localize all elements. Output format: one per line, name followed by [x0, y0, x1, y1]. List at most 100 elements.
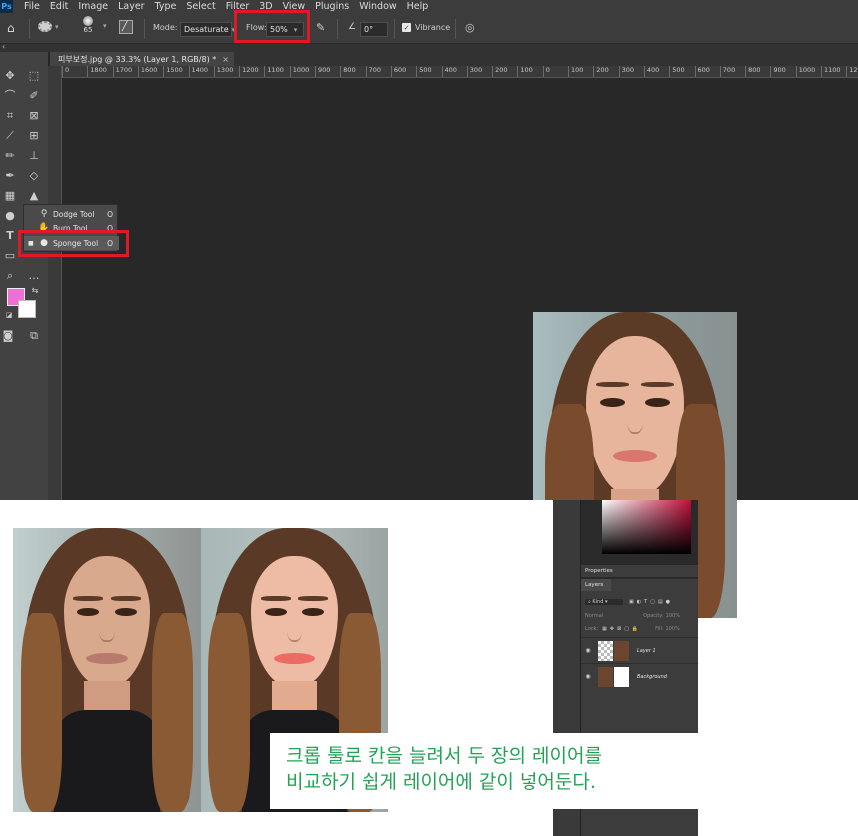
photoshop-logo: Ps: [0, 0, 13, 13]
menu-plugins[interactable]: Plugins: [315, 1, 349, 12]
ruler-tick-label: 0: [542, 66, 550, 77]
eye-icon[interactable]: ◉: [581, 673, 595, 680]
menu-image[interactable]: Image: [78, 1, 108, 12]
layer-thumbnail: [598, 666, 613, 687]
ruler-tick-label: 400: [441, 66, 457, 77]
ruler-tick-label: 900: [770, 66, 786, 77]
ruler-tick-label: 0: [62, 66, 69, 77]
layer-row-layer-1[interactable]: ◉ Layer 1: [581, 637, 698, 663]
blend-mode-dropdown[interactable]: Normal: [585, 613, 603, 619]
ruler-tick-label: 1000: [289, 66, 309, 77]
angle-input[interactable]: 0°: [360, 22, 388, 37]
eyedropper-tool-icon[interactable]: ⟋: [3, 128, 17, 142]
vibrance-label: Vibrance: [415, 23, 451, 32]
layer-name: Layer 1: [637, 647, 656, 654]
opacity-label: Opacity:: [643, 613, 664, 619]
lock-row: Lock: ▦✥⊠▢🔒 Fill: 100%: [581, 624, 698, 634]
annotation-line-2: 비교하기 쉽게 레이어에 같이 넣어둔다.: [286, 771, 596, 793]
dodge-tool-label: Dodge Tool: [53, 209, 95, 219]
portrait-before: [13, 528, 201, 812]
ruler-tick-label: 600: [694, 66, 710, 77]
angle-icon: ∠: [348, 22, 357, 32]
default-colors-icon[interactable]: ◪: [2, 308, 16, 322]
eye-icon[interactable]: ◉: [581, 647, 595, 654]
color-picker-field[interactable]: [602, 500, 691, 554]
layer-thumbnail: [614, 666, 629, 687]
ruler-tick-label: 600: [390, 66, 406, 77]
home-icon[interactable]: ⌂: [7, 21, 15, 35]
tool-preset-picker[interactable]: ▾: [38, 21, 59, 32]
collapse-arrow-icon[interactable]: ‹: [2, 42, 5, 51]
ruler-tick-label: 900: [315, 66, 330, 77]
clone-stamp-tool-icon[interactable]: ⊥: [27, 148, 41, 162]
dodge-tool-option[interactable]: ⚲ Dodge Tool O: [24, 207, 119, 221]
eraser-tool-icon[interactable]: ◇: [27, 168, 41, 182]
sponge-tool-highlight-box: [18, 230, 129, 257]
healing-brush-tool-icon[interactable]: ⊞: [27, 128, 41, 142]
more-tools-icon[interactable]: …: [27, 268, 41, 282]
canvas-area[interactable]: [62, 78, 858, 500]
ruler-tick-label: 1100: [821, 66, 841, 77]
ruler-tick-label: 1200: [846, 66, 858, 77]
ruler-tick-label: 1200: [239, 66, 259, 77]
layer-filter-dropdown[interactable]: ⌕ Kind ▾: [585, 599, 623, 605]
menu-type[interactable]: Type: [155, 1, 177, 12]
close-icon[interactable]: ×: [222, 55, 229, 64]
shape-tool-icon[interactable]: ▭: [3, 248, 17, 262]
fill-value[interactable]: 100%: [666, 626, 680, 632]
menu-select[interactable]: Select: [186, 1, 215, 12]
layer-row-background[interactable]: ◉ Background: [581, 663, 698, 689]
quick-mask-icon[interactable]: ◙: [1, 328, 15, 342]
crop-tool-icon[interactable]: ⌗: [3, 108, 17, 122]
screen-mode-icon[interactable]: ⧉: [27, 328, 41, 342]
mode-value: Desaturate: [184, 25, 229, 34]
ruler-tick-label: 1600: [137, 66, 157, 77]
menu-file[interactable]: File: [24, 1, 40, 12]
pressure-size-icon[interactable]: ◎: [465, 21, 475, 34]
frame-tool-icon[interactable]: ⊠: [27, 108, 41, 122]
layers-tab[interactable]: Layers: [581, 579, 611, 591]
blur-tool-icon[interactable]: ▲: [27, 188, 41, 202]
layer-filter-icons[interactable]: ▣◐T▢▤●: [629, 599, 673, 605]
sponge-preset-icon: [38, 21, 52, 32]
quick-select-tool-icon[interactable]: ✐: [27, 88, 41, 102]
brush-settings-icon[interactable]: ╱: [119, 20, 133, 34]
ruler-tick-label: 200: [593, 66, 609, 77]
mode-dropdown[interactable]: Desaturate ▾: [180, 22, 235, 37]
vibrance-checkbox[interactable]: ✓: [402, 23, 411, 32]
ruler-tick-label: 1500: [163, 66, 183, 77]
dodge-tool-icon: ⚲: [40, 209, 48, 219]
tools-panel: ✥ ⬚ ⌒ ✐ ⌗ ⊠ ⟋ ⊞ ✏ ⊥ ✒ ◇ ▦ ▲ ● T ▭ ⌕ … ⇆ …: [0, 52, 48, 500]
ruler-tick-label: 800: [340, 66, 356, 77]
menu-window[interactable]: Window: [359, 1, 396, 12]
type-tool-icon[interactable]: T: [3, 228, 17, 242]
properties-tab[interactable]: Properties: [581, 565, 698, 577]
brush-picker-chevron[interactable]: ▾: [100, 22, 107, 30]
zoom-tool-icon[interactable]: ⌕: [3, 268, 17, 282]
document-title: 피부보정.jpg @ 33.3% (Layer 1, RGB/8) *: [58, 54, 217, 64]
ruler-tick-label: 400: [643, 66, 659, 77]
menu-help[interactable]: Help: [407, 1, 429, 12]
menu-edit[interactable]: Edit: [50, 1, 68, 12]
brush-tip-icon: [83, 16, 93, 26]
document-tab[interactable]: 피부보정.jpg @ 33.3% (Layer 1, RGB/8) * ×: [50, 52, 234, 66]
airbrush-icon[interactable]: ✎: [316, 21, 325, 34]
history-brush-tool-icon[interactable]: ✒: [3, 168, 17, 182]
opacity-value[interactable]: 100%: [666, 613, 680, 619]
swap-colors-icon[interactable]: ⇆: [28, 284, 42, 298]
menu-layer[interactable]: Layer: [118, 1, 145, 12]
ruler-tick-label: 700: [719, 66, 735, 77]
marquee-tool-icon[interactable]: ⬚: [27, 68, 41, 82]
sponge-tool-icon[interactable]: ●: [3, 208, 17, 222]
brush-tool-icon[interactable]: ✏: [3, 148, 17, 162]
annotation-line-1: 크롭 툴로 칸을 늘려서 두 장의 레이어를: [286, 745, 602, 767]
lock-label: Lock:: [585, 626, 599, 632]
ruler-tick-label: 300: [466, 66, 482, 77]
lock-icons[interactable]: ▦✥⊠▢🔒: [602, 626, 641, 632]
background-color-swatch[interactable]: [18, 300, 36, 318]
brush-picker[interactable]: 65: [83, 16, 93, 34]
gradient-tool-icon[interactable]: ▦: [3, 188, 17, 202]
layer-thumbnail: [598, 640, 613, 661]
lasso-tool-icon[interactable]: ⌒: [3, 88, 17, 102]
move-tool-icon[interactable]: ✥: [3, 68, 17, 82]
